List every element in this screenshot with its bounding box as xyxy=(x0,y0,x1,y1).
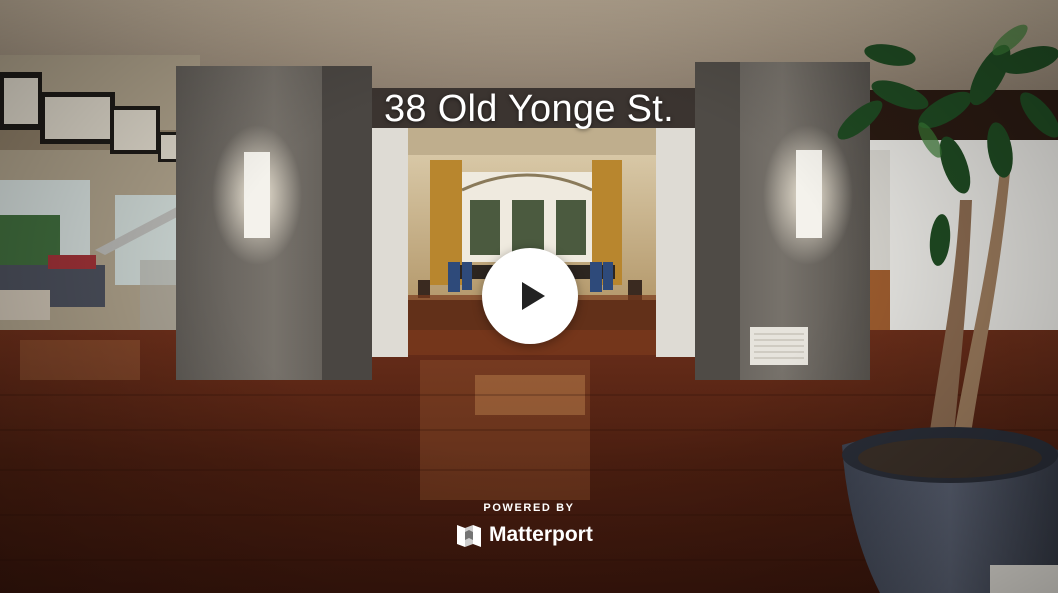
play-button[interactable] xyxy=(482,248,578,344)
tour-title: 38 Old Yonge St. xyxy=(383,88,675,130)
powered-by-label: POWERED BY xyxy=(483,502,575,514)
play-icon xyxy=(522,282,545,310)
matterport-brand-link[interactable]: Matterport xyxy=(456,520,593,550)
brand-name: Matterport xyxy=(489,523,593,546)
matterport-logo-icon xyxy=(457,525,481,547)
